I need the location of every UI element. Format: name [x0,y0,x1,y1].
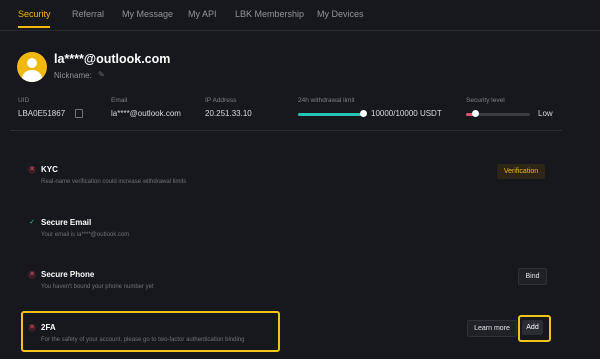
nickname-label: Nickname: [54,71,92,80]
withdrawal-limit-bar [298,113,364,116]
verification-button[interactable]: Verification [497,164,545,179]
uid-value: LBA0E51867 [18,109,66,118]
withdrawal-limit-label: 24h withdrawal limit [298,97,355,104]
tab-my-api[interactable]: My API [188,9,217,19]
error-icon: ✕ [28,166,36,174]
2fa-highlight-box [21,311,280,352]
kyc-title: KYC [41,165,58,174]
withdrawal-limit-value: 10000/10000 USDT [371,109,442,118]
email-value: la****@outlook.com [111,109,181,118]
active-tab-indicator [18,26,50,28]
2fa-title: 2FA [41,323,56,332]
ip-address-label: IP Address [205,97,237,104]
check-icon: ✓ [29,219,35,226]
pencil-icon[interactable]: ✎ [98,70,105,79]
secure-email-description: Your email is la****@outlook.com [41,232,130,238]
user-avatar-icon [17,52,47,82]
tab-security[interactable]: Security [18,9,51,19]
add-highlight-box [518,315,551,342]
learn-more-button[interactable]: Learn more [467,320,517,337]
secure-email-title: Secure Email [41,218,92,227]
uid-label: UID [18,97,30,104]
secure-phone-description: You haven't bound your phone number yet [41,284,154,290]
error-icon: ✕ [28,324,36,332]
secure-phone-title: Secure Phone [41,270,95,279]
account-email-title: la****@outlook.com [54,52,171,66]
avatar-body [22,70,42,82]
kyc-description: Real-name verification could increase wi… [41,179,187,185]
tab-bar: Security Referral My Message My API LBK … [0,0,600,31]
tab-lbk-membership[interactable]: LBK Membership [235,9,304,19]
security-level-label: Security level [466,97,505,104]
email-label: Email [111,97,128,104]
bind-button[interactable]: Bind [518,268,547,285]
copy-icon[interactable] [75,109,83,118]
security-level-knob [472,110,479,117]
security-level-value: Low [538,109,553,118]
tab-my-message[interactable]: My Message [122,9,173,19]
tab-my-devices[interactable]: My Devices [317,9,364,19]
tab-referral[interactable]: Referral [72,9,104,19]
withdrawal-limit-knob [360,110,367,117]
2fa-description: For the safety of your account, please g… [41,337,245,343]
ip-address-value: 20.251.33.10 [205,109,252,118]
avatar-head [27,58,37,68]
error-icon: ✕ [28,271,36,279]
